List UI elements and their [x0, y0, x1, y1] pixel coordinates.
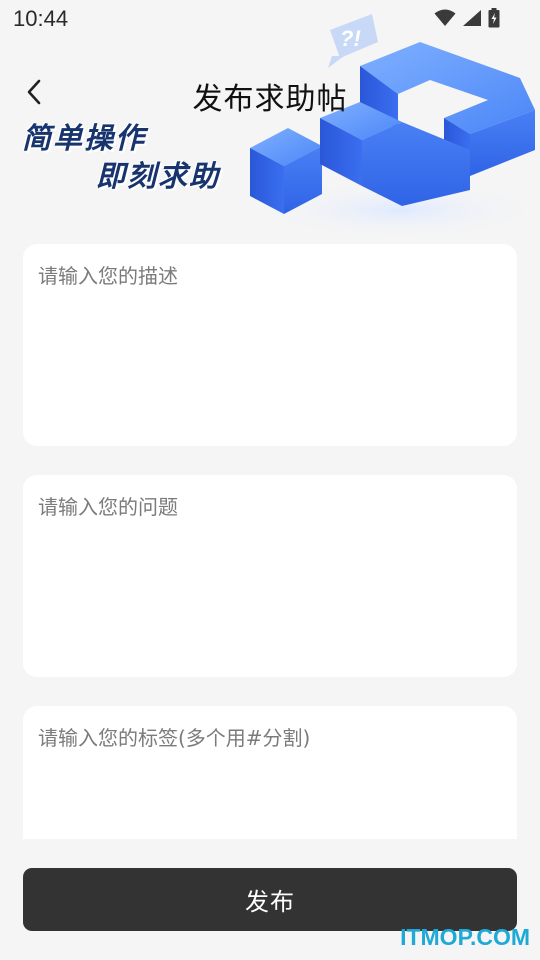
description-card	[23, 244, 517, 446]
submit-button[interactable]: 发布	[23, 868, 517, 931]
description-input[interactable]	[23, 244, 517, 446]
bubble-text: ?!	[340, 26, 361, 51]
tags-card	[23, 706, 517, 839]
watermark-logo: ITMOP.COM	[400, 924, 530, 950]
tags-input[interactable]	[23, 706, 517, 839]
banner-slogan-line1: 简单操作	[22, 121, 147, 155]
page-title: 发布求助帖	[192, 82, 348, 117]
question-input[interactable]	[23, 475, 517, 677]
submit-button-label: 发布	[245, 888, 295, 916]
question-card	[23, 475, 517, 677]
banner-slogan-line2: 即刻求助	[96, 159, 221, 193]
